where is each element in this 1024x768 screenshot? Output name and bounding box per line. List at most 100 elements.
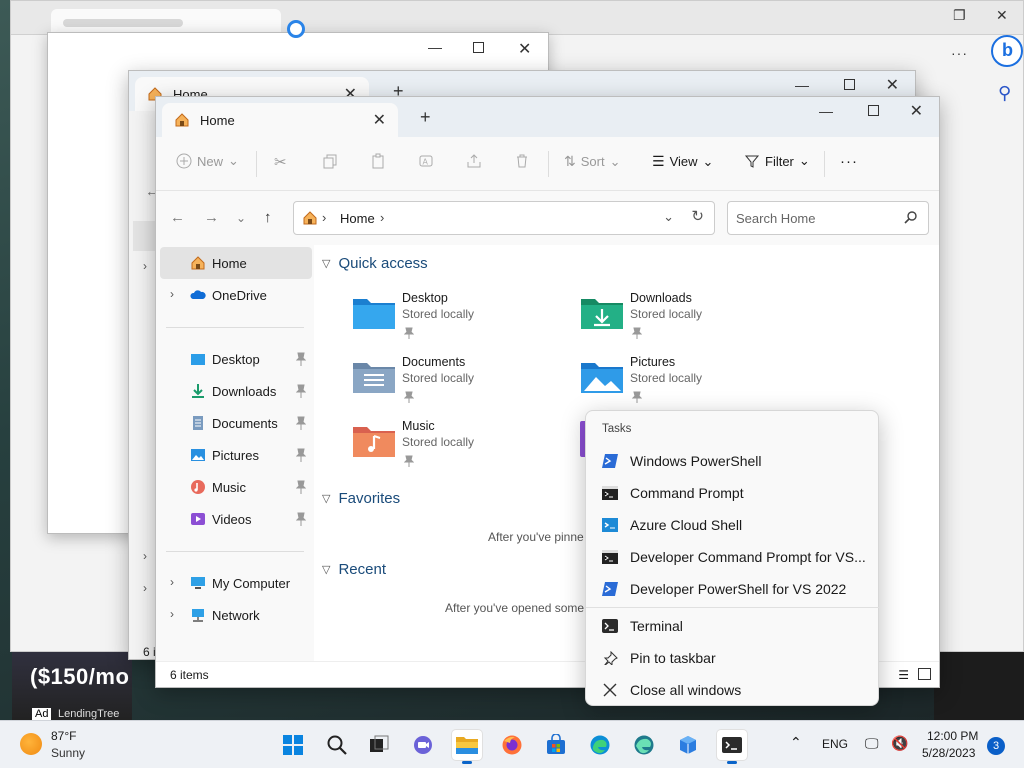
share-button[interactable] [466,153,482,169]
nav-item-desktop[interactable]: Desktop [160,343,312,375]
delete-button[interactable] [514,153,530,169]
search-input[interactable] [728,202,898,234]
details-view-icon[interactable]: ☰ [898,668,909,682]
restore-icon[interactable]: ❐ [953,7,966,24]
notification-badge[interactable]: 3 [987,737,1005,755]
tile-desktop[interactable]: Desktop Stored locally [352,289,552,347]
clock-date[interactable]: 5/28/2023 [922,746,975,760]
cut-button[interactable]: ✂ [274,153,287,171]
tile-documents[interactable]: Documents Stored locally [352,353,552,411]
close-icon[interactable]: ✕ [518,39,531,59]
microsoft-store-button[interactable] [541,730,571,760]
start-button[interactable] [278,730,308,760]
minimize-icon[interactable]: — [819,103,833,119]
expand-icon[interactable]: › [170,575,174,589]
edge-dev-button[interactable] [629,730,659,760]
address-bar[interactable]: › Home › ⌄ ↻ [293,201,715,235]
terminal-taskbar-button[interactable] [717,730,747,764]
nav-item-documents[interactable]: Documents [160,407,312,439]
jumplist-action-pin-to-taskbar[interactable]: Pin to taskbar [594,643,872,673]
search-icon[interactable] [904,210,918,224]
tab-close-icon[interactable]: ✕ [373,110,386,130]
more-options-icon[interactable]: ··· [951,45,968,61]
show-hidden-icons-chevron-icon[interactable]: ⌃ [790,734,802,751]
expand-icon[interactable]: › [143,259,147,273]
close-icon[interactable]: ✕ [886,75,899,95]
expand-icon[interactable]: › [170,607,174,621]
task-view-button[interactable] [364,730,394,760]
jumplist-item-developer-powershell[interactable]: Developer PowerShell for VS 2022 [594,574,872,604]
network-icon[interactable]: 🖵 [865,735,879,752]
close-icon[interactable]: ✕ [996,7,1008,24]
nav-item-my-computer[interactable]: › My Computer [160,567,312,599]
sort-button[interactable]: ⇅ Sort ⌄ [564,153,620,170]
maximize-icon[interactable] [868,105,879,116]
nav-item-videos[interactable]: Videos [160,503,312,535]
view-button[interactable]: ☰ View ⌄ [652,153,713,170]
jumplist-item-windows-powershell[interactable]: Windows PowerShell [594,446,872,476]
tile-sub: Stored locally [630,371,703,385]
firefox-button[interactable] [497,730,527,760]
advertisement[interactable]: ($150/mo Ad LendingTree [12,640,132,720]
maximize-icon[interactable] [473,42,484,53]
minimize-icon[interactable]: — [795,77,809,93]
clock-time[interactable]: 12:00 PM [927,729,978,743]
separator [256,151,257,177]
breadcrumb-separator-icon[interactable]: › [380,210,384,225]
nav-item-music[interactable]: Music [160,471,312,503]
section-recent[interactable]: ▽ Recent [322,561,386,578]
refresh-icon[interactable]: ↻ [691,207,704,225]
search-icon[interactable]: ⚲ [998,83,1011,104]
nav-item-downloads[interactable]: Downloads [160,375,312,407]
expand-icon[interactable]: › [170,287,174,301]
rename-button[interactable]: A [418,153,434,169]
expand-icon[interactable]: › [143,581,147,595]
copy-button[interactable] [322,153,338,169]
new-tab-button[interactable]: + [420,107,431,128]
language-indicator[interactable]: ENG [822,737,848,751]
filter-button[interactable]: Filter ⌄ [744,153,810,169]
paste-button[interactable] [370,153,386,169]
section-quick-access[interactable]: ▽ Quick access [322,255,428,272]
tab-home[interactable]: Home ✕ [162,103,398,137]
sun-icon[interactable] [20,733,42,755]
weather-condition[interactable]: Sunny [51,746,85,760]
tiles-view-icon[interactable] [918,668,931,680]
recent-locations-chevron-icon[interactable]: ⌄ [236,211,246,225]
tile-music[interactable]: Music Stored locally [352,417,552,475]
volume-muted-icon[interactable]: 🔇 [891,735,908,752]
dev-tools-button[interactable] [673,730,703,760]
weather-temperature[interactable]: 87°F [51,729,76,743]
new-button[interactable]: New ⌄ [176,153,239,169]
more-options-button[interactable]: ··· [840,153,858,170]
expand-icon[interactable]: › [143,549,147,563]
bing-icon[interactable] [991,35,1023,67]
jumplist-item-developer-command-prompt[interactable]: Developer Command Prompt for VS... [594,542,872,572]
store-icon [547,734,565,754]
section-favorites[interactable]: ▽ Favorites [322,490,400,507]
minimize-icon[interactable]: — [428,39,442,55]
maximize-icon[interactable] [844,79,855,90]
close-icon[interactable]: ✕ [910,101,923,121]
chat-button[interactable] [408,730,438,760]
search-box[interactable] [727,201,929,235]
tile-pictures[interactable]: Pictures Stored locally [580,353,780,411]
jumplist-item-azure-cloud-shell[interactable]: Azure Cloud Shell [594,510,872,540]
back-arrow-icon[interactable]: ← [170,209,185,226]
jumplist-item-command-prompt[interactable]: Command Prompt [594,478,872,508]
jumplist-action-close-all-windows[interactable]: Close all windows [594,675,872,705]
address-dropdown-icon[interactable]: ⌄ [663,209,674,225]
breadcrumb-home[interactable]: Home [340,211,375,226]
nav-item-onedrive[interactable]: › OneDrive [160,279,312,311]
search-button[interactable] [322,730,352,760]
nav-item-home[interactable]: Home [160,247,312,279]
nav-item-pictures[interactable]: Pictures [160,439,312,471]
file-explorer-taskbar-button[interactable] [452,730,482,764]
up-arrow-icon[interactable]: ↑ [264,209,272,226]
tile-downloads[interactable]: Downloads Stored locally [580,289,780,347]
jumplist-action-terminal[interactable]: Terminal [594,611,872,641]
forward-arrow-icon[interactable]: → [204,209,219,226]
task-view-icon [370,735,389,752]
nav-item-network[interactable]: › Network [160,599,312,631]
edge-button[interactable] [585,730,615,760]
